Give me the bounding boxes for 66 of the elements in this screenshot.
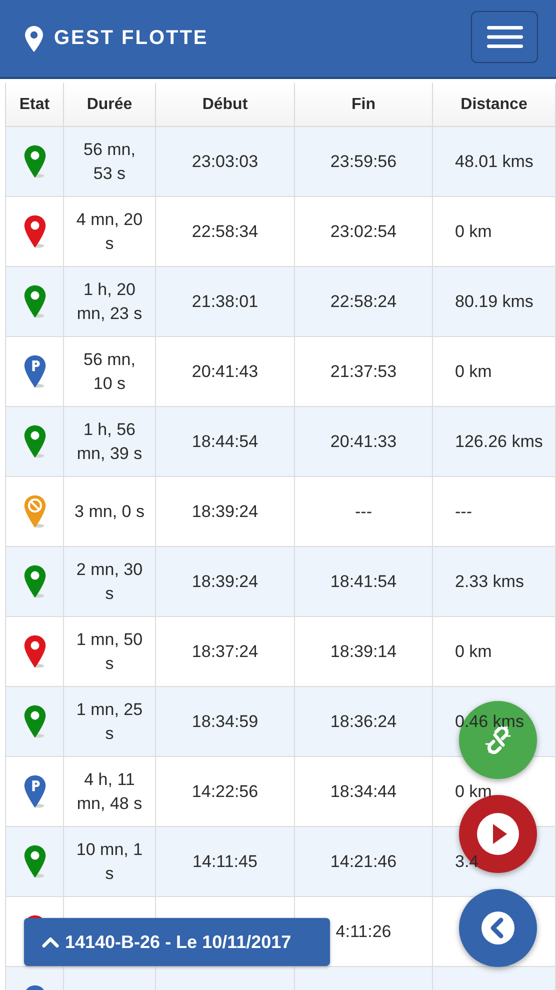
app-title: GEST FLOTTE <box>54 27 208 50</box>
duration-text: 1 h, 20 mn, 23 s <box>76 280 142 322</box>
start-time: 23:03:03 <box>192 152 258 170</box>
duration-text: 1 h, 56 mn, 39 s <box>76 420 142 462</box>
column-header: Fin <box>294 83 432 126</box>
no-entry-pin-icon <box>22 494 46 530</box>
caret-up-icon <box>42 936 59 948</box>
play-icon <box>476 812 520 856</box>
start-time: 14:11:45 <box>192 852 258 870</box>
end-time: 4:11:26 <box>336 922 392 940</box>
end-time: 20:41:33 <box>330 432 397 450</box>
back-icon <box>481 911 515 945</box>
end-time: 18:39:14 <box>330 642 397 660</box>
duration-text: 1 mn, 50 s <box>76 630 143 672</box>
duration-text: 3 mn, 0 s <box>74 502 144 520</box>
start-time: 18:37:24 <box>192 642 258 660</box>
end-time: 18:41:54 <box>330 572 397 590</box>
map-pin-icon <box>22 424 46 460</box>
column-header: Etat <box>6 83 64 126</box>
column-header: Distance <box>432 83 556 126</box>
duration-text: 4 mn, 20 s <box>76 210 143 252</box>
end-time: 23:59:56 <box>330 152 397 170</box>
start-time: 18:34:59 <box>192 712 258 730</box>
duration-text: 2 mn, 30 s <box>76 560 143 602</box>
map-pin-icon <box>22 704 46 740</box>
duration-text: 56 mn, 10 s <box>84 350 136 392</box>
distance-text: 0 km <box>455 642 492 660</box>
vehicle-date-button[interactable]: 14140-B-26 - Le 10/11/2017 <box>24 918 330 966</box>
end-time: 18:36:24 <box>330 712 397 730</box>
column-header: Durée <box>64 83 156 126</box>
map-pin-icon <box>24 24 44 52</box>
column-header: Début <box>156 83 294 126</box>
start-time: 21:38:01 <box>192 292 258 310</box>
distance-text: 126.26 kms <box>455 432 543 450</box>
end-time: --- <box>355 502 372 520</box>
distance-text: 80.19 kms <box>455 292 534 310</box>
distance-text: 2.33 kms <box>455 572 524 590</box>
back-button[interactable] <box>459 889 537 967</box>
map-pin-icon <box>22 634 46 670</box>
distance-text: 0 km <box>455 782 492 800</box>
map-pin-icon <box>22 144 46 180</box>
start-time: 18:39:24 <box>192 572 258 590</box>
start-time: 20:41:43 <box>192 362 258 380</box>
menu-button[interactable] <box>471 10 538 62</box>
menu-icon <box>486 24 522 48</box>
duration-text: 10 mn, 1 s <box>76 840 143 882</box>
start-time: 14:22:56 <box>192 782 258 800</box>
duration-text: 56 mn, 53 s <box>84 140 136 182</box>
map-pin-icon <box>22 284 46 320</box>
distance-text: 0 km <box>455 222 492 240</box>
end-time: 23:02:54 <box>330 222 397 240</box>
map-pin-icon <box>22 564 46 600</box>
map-pin-icon <box>22 214 46 250</box>
start-time: 22:58:34 <box>192 222 258 240</box>
distance-text: --- <box>455 502 472 520</box>
duration-text: 1 mn, 25 s <box>76 700 143 742</box>
map-pin-icon <box>22 844 46 880</box>
end-time: 14:21:46 <box>330 852 397 870</box>
start-time: 18:39:24 <box>192 502 258 520</box>
end-time: 22:58:24 <box>330 292 397 310</box>
end-time: 21:37:53 <box>330 362 397 380</box>
distance-text: 0 km <box>455 362 492 380</box>
duration-text: 4 h, 11 mn, 48 s <box>76 770 142 812</box>
distance-text: 48.01 kms <box>455 152 534 170</box>
start-time: 18:44:54 <box>192 432 258 450</box>
end-time: 18:34:44 <box>330 782 397 800</box>
